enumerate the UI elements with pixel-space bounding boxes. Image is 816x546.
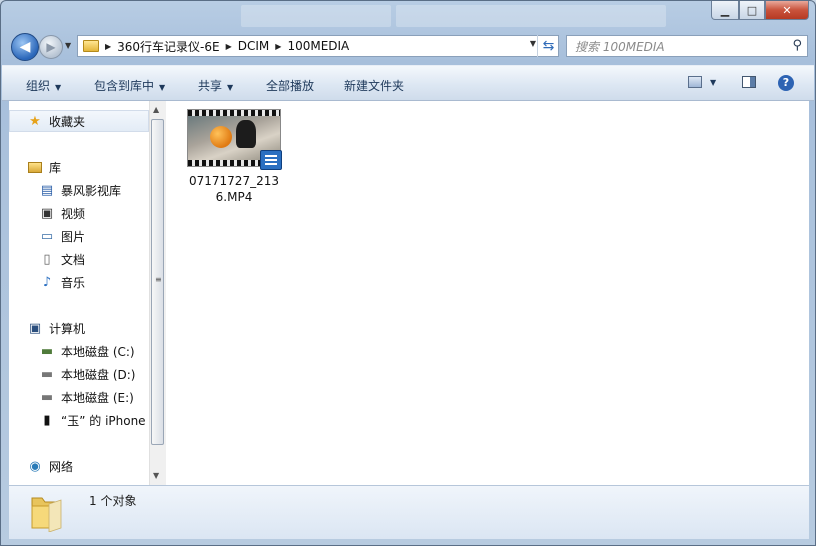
grip-icon: ≡: [155, 275, 162, 284]
breadcrumb-item[interactable]: 360行车记录仪-6E: [117, 38, 219, 55]
nav-drive-label: 本地磁盘 (E:): [61, 390, 134, 405]
close-button[interactable]: ✕: [765, 1, 809, 20]
recent-pages-dropdown[interactable]: ▼: [65, 41, 71, 50]
document-icon: ▯: [43, 251, 51, 267]
item-count: 1 个对象: [89, 494, 137, 508]
forward-button[interactable]: ▶: [39, 35, 63, 59]
nav-pane-scrollbar[interactable]: ▲ ≡ ▼: [149, 101, 166, 485]
search-input[interactable]: [573, 37, 787, 57]
search-icon[interactable]: ⚲: [792, 38, 802, 53]
breadcrumb-separator-icon[interactable]: ▶: [105, 42, 111, 51]
nav-library-item[interactable]: ▭ 图片: [39, 226, 85, 246]
nav-library-item[interactable]: ▯ 文档: [39, 249, 85, 269]
nav-libraries[interactable]: 库: [27, 157, 61, 177]
caption-buttons: ▁ □ ✕: [711, 1, 809, 20]
chevron-down-icon: ▼: [55, 83, 62, 92]
computer-icon: ▣: [28, 320, 42, 336]
nav-library-item-label: 文档: [61, 252, 86, 267]
nav-drive-label: 本地磁盘 (D:): [61, 367, 136, 382]
phone-icon: ▮: [43, 412, 51, 428]
nav-drive-item[interactable]: ▬ 本地磁盘 (C:): [39, 341, 135, 361]
nav-device-item[interactable]: ▮ “玉” 的 iPhone: [39, 410, 146, 430]
hard-drive-icon: ▬: [40, 389, 54, 405]
nav-computer-label: 计算机: [49, 321, 86, 336]
include-in-library-menu[interactable]: 包含到库中 ▼: [94, 77, 165, 94]
picture-icon: ▭: [40, 228, 54, 244]
breadcrumb-item[interactable]: 100MEDIA: [287, 39, 349, 53]
nav-network[interactable]: ◉ 网络: [27, 456, 73, 476]
folder-icon: [31, 497, 62, 532]
nav-favorites[interactable]: ★ 收藏夹: [27, 111, 85, 131]
help-icon[interactable]: ?: [778, 75, 794, 91]
library-icon: [27, 159, 43, 175]
navigation-row: ◀ ▶ ▼ ▶ 360行车记录仪-6E ▶ DCIM ▶ 100MEDIA ▼ …: [1, 31, 815, 63]
navigation-pane: ★ 收藏夹 库 ▤ 暴风影视库 ▣ 视频 ▭ 图片 ▯ 文档 ♪ 音乐 ▣ 计算…: [9, 101, 166, 485]
scroll-up-icon[interactable]: ▲: [153, 105, 159, 114]
refresh-button[interactable]: ⇆: [537, 35, 559, 57]
media-library-icon: ▤: [40, 182, 54, 198]
music-icon: ♪: [42, 274, 52, 290]
video-thumbnail: [187, 109, 282, 170]
view-options-dropdown[interactable]: ▼: [710, 78, 716, 87]
nav-library-item[interactable]: ▣ 视频: [39, 203, 85, 223]
chevron-down-icon: ▼: [159, 83, 166, 92]
details-pane: 1 个对象: [9, 485, 809, 539]
scrollbar-thumb[interactable]: ≡: [151, 119, 164, 445]
refresh-icon: ⇆: [542, 38, 555, 54]
explorer-window: ▁ □ ✕ ◀ ▶ ▼ ▶ 360行车记录仪-6E ▶ DCIM ▶ 100ME…: [0, 0, 816, 546]
arrow-right-icon: ▶: [46, 40, 56, 54]
nav-computer[interactable]: ▣ 计算机: [27, 318, 85, 338]
system-drive-icon: ▬: [40, 343, 54, 359]
nav-library-item-label: 视频: [61, 206, 86, 221]
background-window-ghost: [241, 5, 391, 27]
minimize-button[interactable]: ▁: [711, 1, 739, 20]
maximize-button[interactable]: □: [739, 1, 765, 20]
title-bar[interactable]: ▁ □ ✕: [1, 1, 815, 29]
breadcrumb-separator-icon[interactable]: ▶: [275, 42, 281, 51]
main-content: ★ 收藏夹 库 ▤ 暴风影视库 ▣ 视频 ▭ 图片 ▯ 文档 ♪ 音乐 ▣ 计算…: [9, 101, 809, 485]
share-label: 共享: [198, 79, 223, 93]
nav-library-item-label: 图片: [61, 229, 86, 244]
file-list[interactable]: 07171727_2136.MP4: [166, 101, 809, 485]
hard-drive-icon: ▬: [40, 366, 54, 382]
nav-drive-label: 本地磁盘 (C:): [61, 344, 135, 359]
video-icon: ▣: [40, 205, 54, 221]
chevron-down-icon: ▼: [227, 83, 234, 92]
organize-label: 组织: [26, 79, 51, 93]
scroll-down-icon[interactable]: ▼: [153, 471, 159, 480]
address-bar[interactable]: ▶ 360行车记录仪-6E ▶ DCIM ▶ 100MEDIA ▼: [77, 35, 559, 57]
breadcrumb-item[interactable]: DCIM: [238, 39, 270, 53]
star-icon: ★: [29, 113, 41, 129]
change-view-icon[interactable]: [688, 76, 702, 88]
nav-library-item[interactable]: ▤ 暴风影视库: [39, 180, 121, 200]
background-window-ghost: [396, 5, 666, 27]
back-button[interactable]: ◀: [11, 33, 39, 61]
file-item[interactable]: 07171727_2136.MP4: [186, 109, 282, 205]
arrow-left-icon: ◀: [19, 39, 31, 55]
nav-favorites-label: 收藏夹: [49, 114, 86, 129]
preview-pane-icon[interactable]: [742, 76, 756, 88]
nav-network-label: 网络: [49, 459, 74, 474]
network-icon: ◉: [29, 458, 41, 474]
command-bar: 组织 ▼ 包含到库中 ▼ 共享 ▼ 全部播放 新建文件夹 ▼ ?: [2, 65, 814, 101]
nav-drive-item[interactable]: ▬ 本地磁盘 (E:): [39, 387, 134, 407]
file-name: 07171727_2136.MP4: [189, 174, 279, 204]
include-in-library-label: 包含到库中: [94, 79, 155, 93]
new-folder-button[interactable]: 新建文件夹: [344, 77, 404, 94]
address-history-dropdown[interactable]: ▼: [530, 39, 536, 48]
video-file-icon: [260, 150, 282, 170]
breadcrumb-separator-icon[interactable]: ▶: [226, 42, 232, 51]
nav-device-label: “玉” 的 iPhone: [61, 413, 146, 428]
organize-menu[interactable]: 组织 ▼: [26, 77, 61, 94]
play-all-button[interactable]: 全部播放: [266, 77, 314, 94]
nav-drive-item[interactable]: ▬ 本地磁盘 (D:): [39, 364, 136, 384]
nav-library-item-label: 暴风影视库: [61, 183, 122, 198]
nav-library-item[interactable]: ♪ 音乐: [39, 272, 85, 292]
share-menu[interactable]: 共享 ▼: [198, 77, 233, 94]
search-box[interactable]: ⚲: [566, 35, 808, 57]
nav-library-item-label: 音乐: [61, 275, 86, 290]
nav-libraries-label: 库: [49, 160, 62, 175]
folder-icon: [83, 40, 99, 52]
